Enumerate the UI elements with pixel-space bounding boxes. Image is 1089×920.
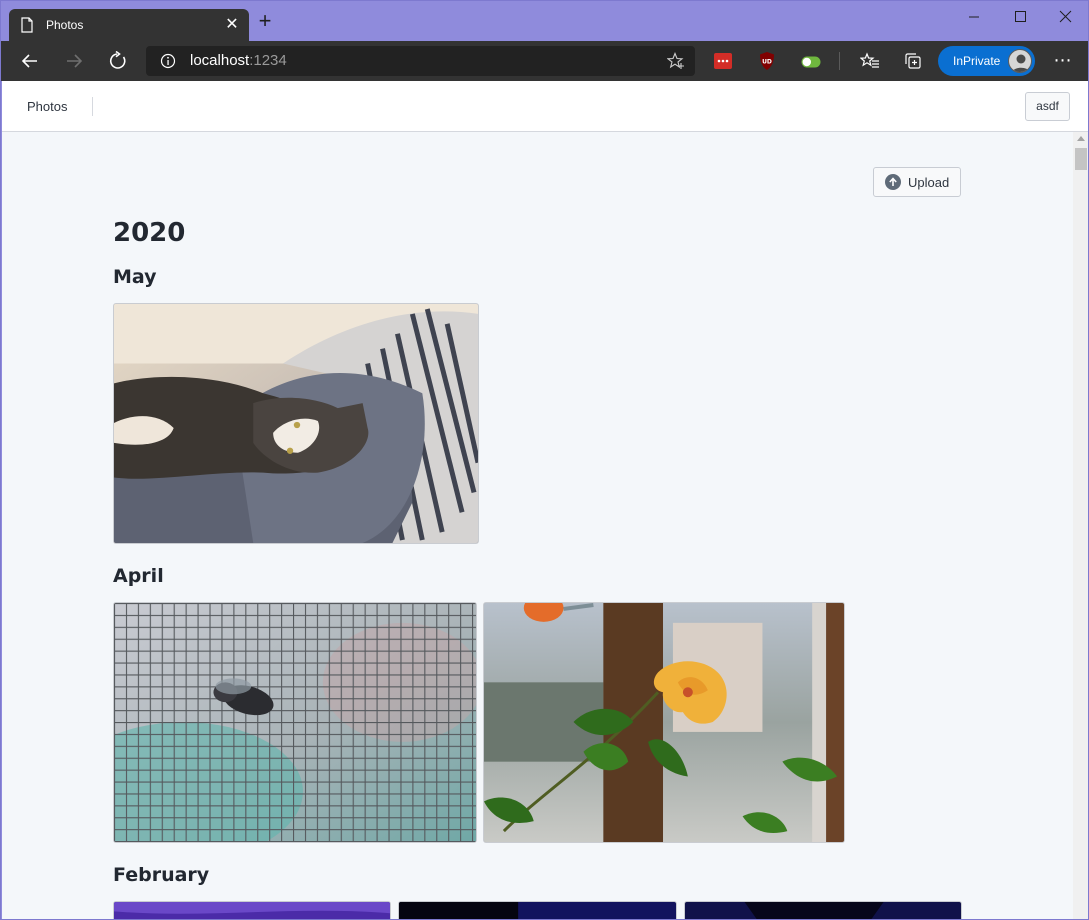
cat-on-blanket-photo[interactable] bbox=[113, 303, 479, 544]
tab-strip: Photos ✕ + bbox=[1, 1, 1088, 41]
forward-icon[interactable] bbox=[60, 47, 88, 75]
month-heading-april: April bbox=[113, 565, 164, 587]
inprivate-button[interactable]: InPrivate bbox=[938, 46, 1035, 76]
minimize-icon[interactable] bbox=[951, 3, 997, 31]
info-icon[interactable] bbox=[160, 53, 176, 69]
app-navbar: Photos asdf bbox=[2, 81, 1088, 132]
toolbar-separator bbox=[839, 52, 840, 70]
gallery-content: Upload 2020 May April February bbox=[2, 132, 1073, 919]
scroll-thumb[interactable] bbox=[1075, 148, 1087, 170]
more-icon[interactable]: ⋯ bbox=[1051, 47, 1075, 75]
collections-icon[interactable] bbox=[899, 47, 927, 75]
web-page: Photos asdf Upload 2020 May April Februa… bbox=[2, 81, 1088, 919]
tab-title: Photos bbox=[46, 18, 84, 32]
page-scrollbar[interactable] bbox=[1073, 132, 1088, 919]
favorites-list-icon[interactable] bbox=[856, 47, 884, 75]
lastpass-icon[interactable] bbox=[714, 53, 732, 69]
back-icon[interactable] bbox=[16, 47, 44, 75]
close-window-icon[interactable] bbox=[1043, 3, 1088, 31]
user-menu-button[interactable]: asdf bbox=[1025, 92, 1070, 121]
ublock-icon[interactable]: UD bbox=[759, 51, 775, 71]
address-bar[interactable]: localhost:1234 bbox=[146, 46, 695, 76]
browser-tab[interactable]: Photos ✕ bbox=[9, 9, 249, 41]
page-icon bbox=[21, 17, 33, 33]
address-toolbar: localhost:1234 UD InPrivate ⋯ bbox=[1, 41, 1088, 81]
profile-avatar-icon bbox=[1008, 49, 1032, 73]
purple-abstract-photo[interactable] bbox=[113, 901, 391, 919]
dark-blue-photo[interactable] bbox=[398, 901, 677, 919]
nav-divider bbox=[92, 97, 93, 116]
upload-arrow-icon bbox=[885, 174, 901, 190]
fly-on-screen-photo[interactable] bbox=[113, 602, 477, 843]
maximize-icon[interactable] bbox=[997, 3, 1043, 31]
hibiscus-window-photo[interactable] bbox=[483, 602, 845, 843]
new-tab-icon[interactable]: + bbox=[255, 10, 275, 32]
browser-window: Photos ✕ + localhost:1234 UD InPrivate ⋯… bbox=[0, 0, 1089, 920]
nav-brand[interactable]: Photos bbox=[27, 99, 67, 114]
refresh-icon[interactable] bbox=[104, 47, 132, 75]
url-port: :1234 bbox=[249, 52, 287, 69]
dark-navy-photo[interactable] bbox=[684, 901, 962, 919]
svg-text:UD: UD bbox=[762, 59, 772, 66]
favorite-star-icon[interactable] bbox=[667, 52, 685, 70]
url-host: localhost bbox=[190, 52, 250, 69]
month-heading-may: May bbox=[113, 266, 157, 288]
month-heading-february: February bbox=[113, 864, 210, 886]
upload-label: Upload bbox=[908, 175, 950, 190]
inprivate-label: InPrivate bbox=[953, 54, 1001, 68]
upload-button[interactable]: Upload bbox=[873, 167, 961, 197]
scroll-up-arrow-icon[interactable] bbox=[1077, 136, 1085, 141]
year-heading: 2020 bbox=[113, 218, 186, 248]
url-text[interactable]: localhost:1234 bbox=[190, 53, 287, 69]
close-tab-icon[interactable]: ✕ bbox=[223, 16, 241, 34]
toggle-extension-icon[interactable] bbox=[801, 55, 821, 68]
